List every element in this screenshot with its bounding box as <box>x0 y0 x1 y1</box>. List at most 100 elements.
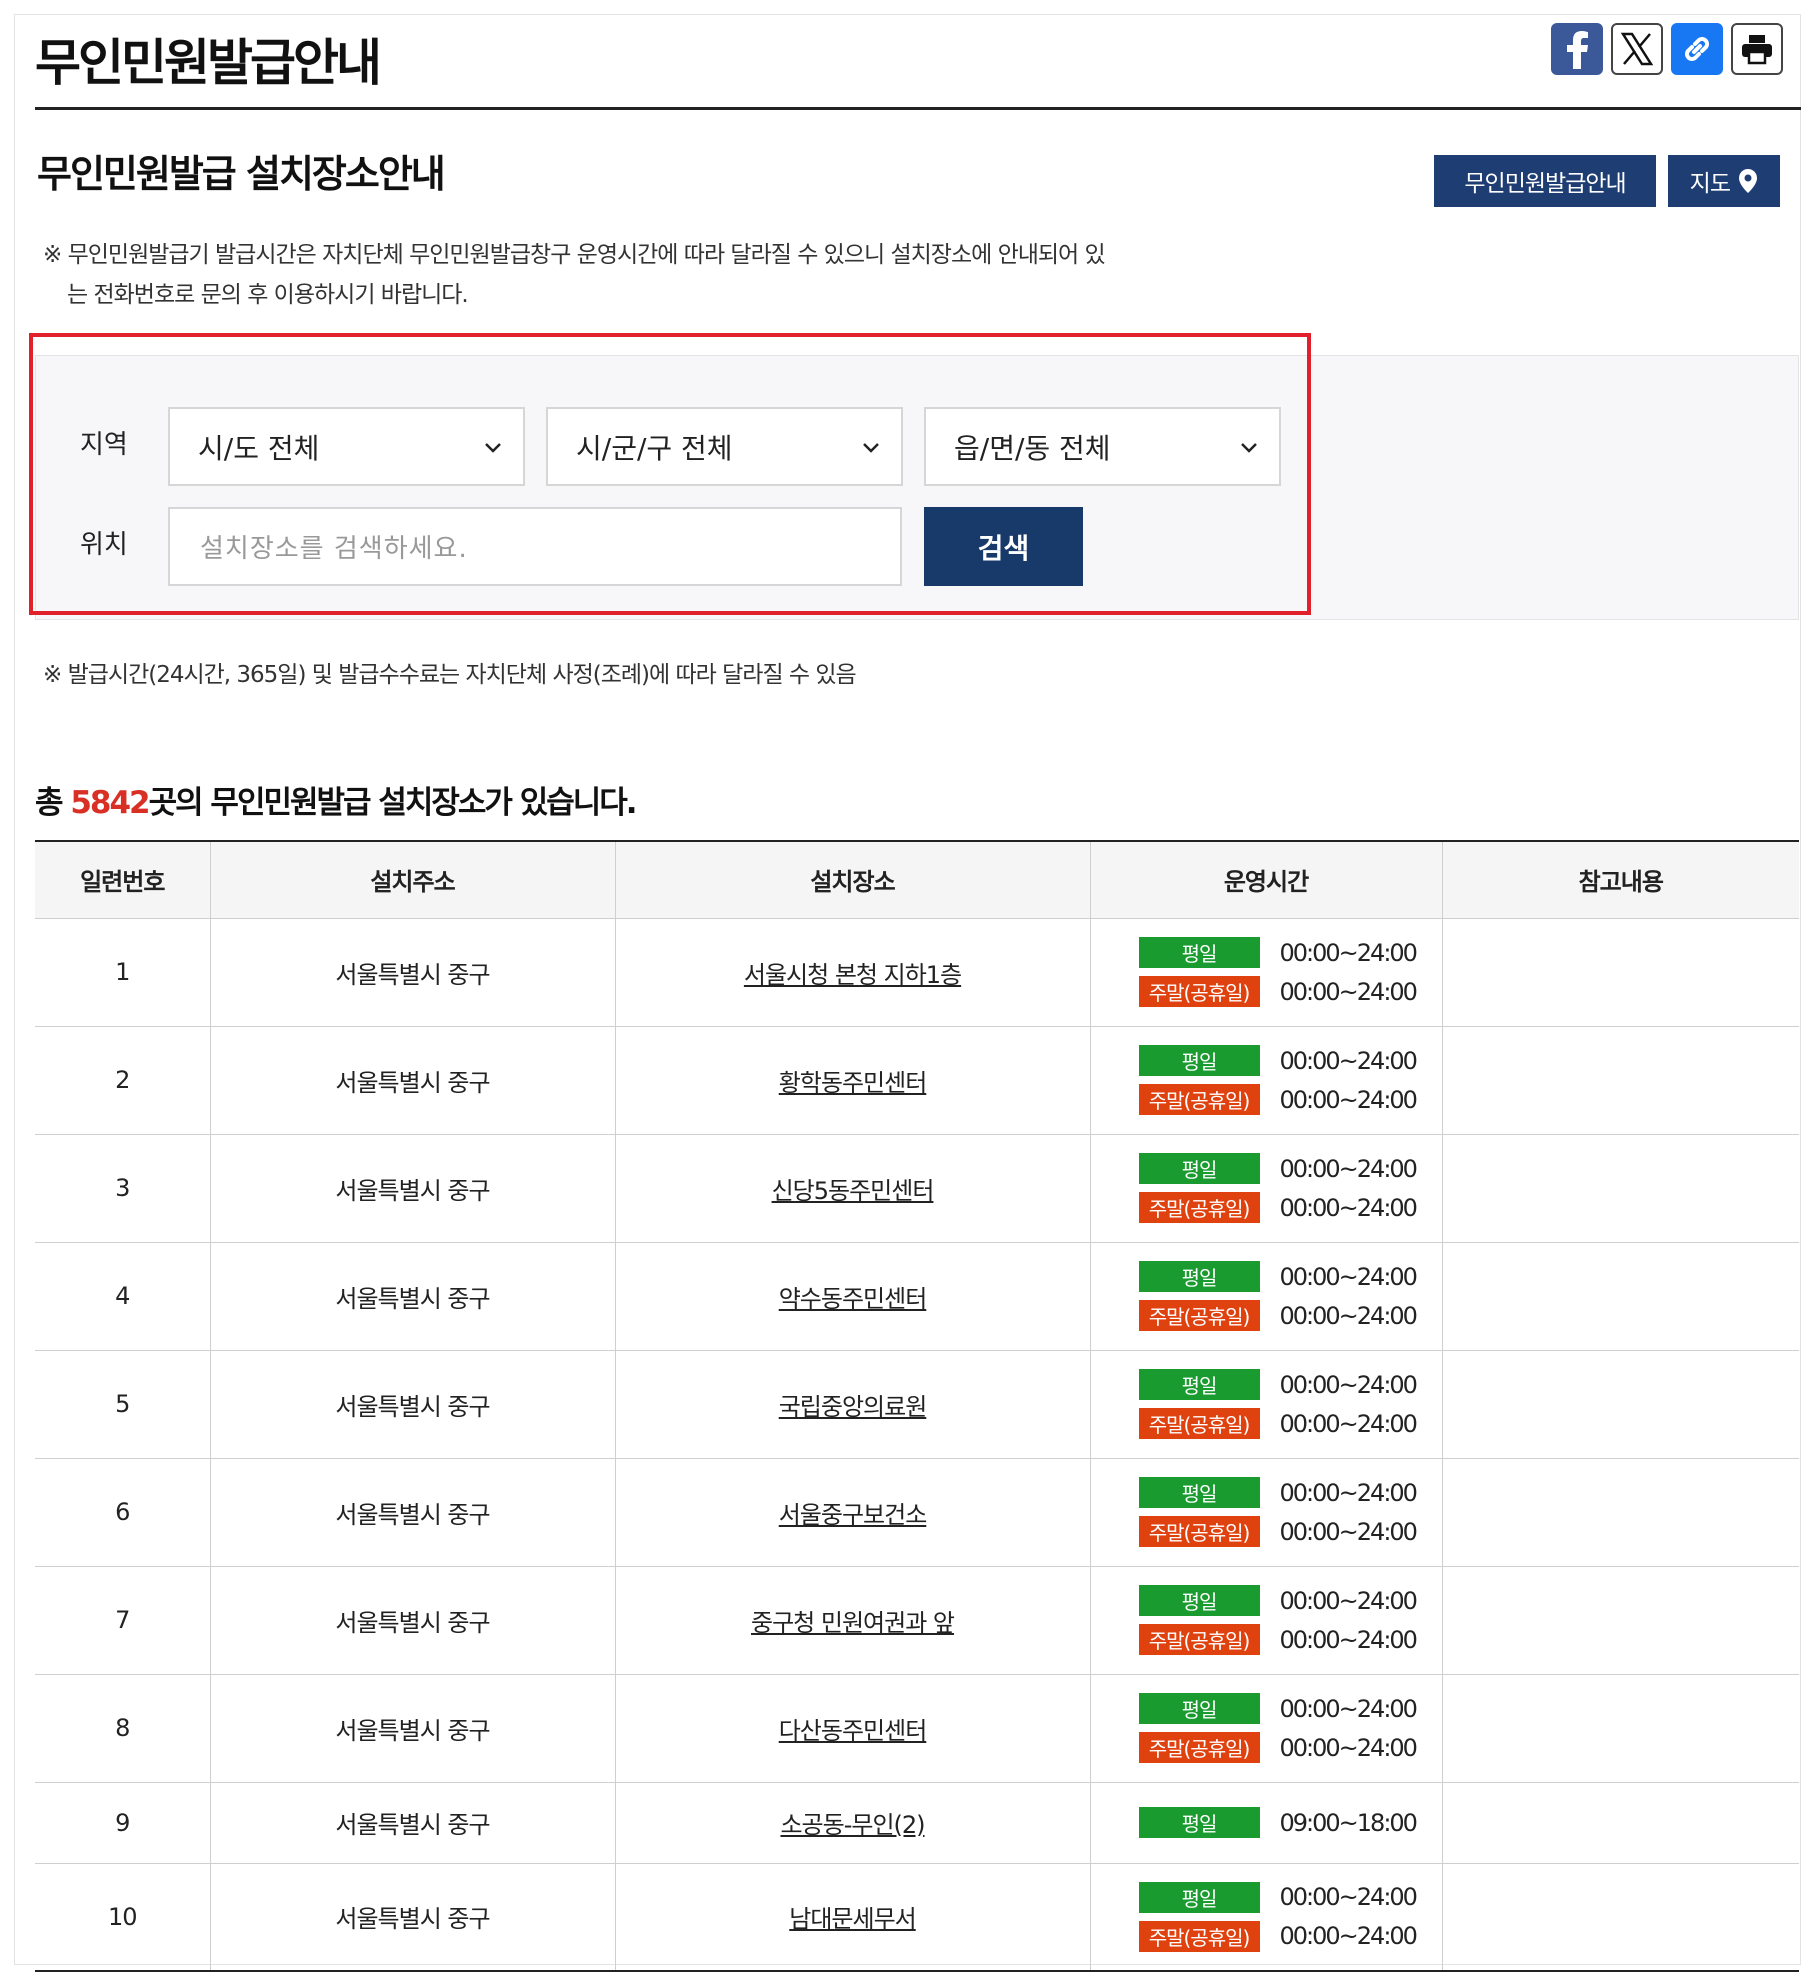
facebook-icon[interactable] <box>1551 23 1603 75</box>
weekend-badge: 주말(공휴일) <box>1138 1192 1260 1223</box>
map-pin-icon <box>1739 169 1757 193</box>
row-number: 8 <box>35 1674 210 1783</box>
row-address: 서울특별시 중구 <box>209 1458 615 1567</box>
table-row: 10 서울특별시 중구 남대문세무서 평일 00:00~24:00 주말(공휴일) 00:0… <box>35 1863 1799 1971</box>
share-toolbar <box>1551 23 1783 75</box>
row-address: 서울특별시 중구 <box>209 1566 615 1675</box>
total-prefix: 총 <box>35 785 71 821</box>
dong-select[interactable]: 읍/면/동 전체 <box>924 407 1281 486</box>
row-place-cell: 황학동주민센터 <box>614 1026 1090 1135</box>
row-number: 5 <box>35 1350 210 1459</box>
chevron-down-icon <box>1241 443 1257 453</box>
row-note <box>1441 1242 1799 1351</box>
sigungu-select[interactable]: 시/군/구 전체 <box>546 407 903 486</box>
table-row: 2 서울특별시 중구 황학동주민센터 평일 00:00~24:00 주말(공휴일) 00:0… <box>35 1026 1799 1135</box>
weekday-time: 00:00~24:00 <box>1279 1154 1418 1183</box>
weekday-hours: 평일 00:00~24:00 <box>1138 1045 1418 1076</box>
row-note <box>1441 1026 1799 1135</box>
weekend-time: 00:00~24:00 <box>1279 977 1418 1006</box>
table-body: 1 서울특별시 중구 서울시청 본청 지하1층 평일 00:00~24:00 주말(공휴일… <box>35 918 1799 1971</box>
sido-select[interactable]: 시/도 전체 <box>168 407 525 486</box>
place-link[interactable]: 황학동주민센터 <box>779 1069 928 1097</box>
link-icon[interactable] <box>1671 23 1723 75</box>
top-buttons: 무인민원발급안내 지도 <box>1434 155 1780 207</box>
row-number: 1 <box>35 918 210 1027</box>
row-hours-cell: 평일 00:00~24:00 주말(공휴일) 00:00~24:00 <box>1089 1566 1442 1675</box>
page-header: 무인민원발급안내 <box>35 15 1801 110</box>
place-link[interactable]: 서울시청 본청 지하1층 <box>744 961 962 989</box>
weekday-time: 00:00~24:00 <box>1279 1370 1418 1399</box>
row-note <box>1441 1782 1799 1864</box>
print-icon[interactable] <box>1731 23 1783 75</box>
map-button[interactable]: 지도 <box>1667 155 1780 207</box>
row-address: 서울특별시 중구 <box>209 1242 615 1351</box>
row-hours-cell: 평일 09:00~18:00 <box>1089 1782 1442 1864</box>
weekend-badge: 주말(공휴일) <box>1138 1624 1260 1655</box>
hours-cell-content: 평일 00:00~24:00 주말(공휴일) 00:00~24:00 <box>1091 1881 1442 1952</box>
sigungu-select-value: 시/군/구 전체 <box>576 431 733 465</box>
row-place-cell: 다산동주민센터 <box>614 1674 1090 1783</box>
weekday-hours: 평일 00:00~24:00 <box>1138 1477 1418 1508</box>
col-header-address: 설치주소 <box>209 841 615 919</box>
page-title: 무인민원발급안내 <box>35 34 382 92</box>
weekend-badge: 주말(공휴일) <box>1138 976 1260 1007</box>
weekday-hours: 평일 00:00~24:00 <box>1138 1585 1418 1616</box>
hours-cell-content: 평일 00:00~24:00 주말(공휴일) 00:00~24:00 <box>1091 1693 1442 1763</box>
section-title: 무인민원발급 설치장소안내 <box>37 152 446 196</box>
weekend-hours: 주말(공휴일) 00:00~24:00 <box>1138 1192 1418 1223</box>
row-place-cell: 소공동-무인(2) <box>614 1782 1090 1864</box>
hours-cell-content: 평일 00:00~24:00 주말(공휴일) 00:00~24:00 <box>1091 1045 1442 1115</box>
col-header-hours: 운영시간 <box>1089 841 1442 919</box>
weekend-time: 00:00~24:00 <box>1279 1517 1418 1546</box>
weekend-hours: 주말(공휴일) 00:00~24:00 <box>1138 1300 1418 1331</box>
weekday-hours: 평일 09:00~18:00 <box>1138 1807 1418 1838</box>
hours-cell-content: 평일 00:00~24:00 주말(공휴일) 00:00~24:00 <box>1091 1153 1442 1223</box>
row-place-cell: 국립중앙의료원 <box>614 1350 1090 1459</box>
weekend-hours: 주말(공휴일) 00:00~24:00 <box>1138 976 1418 1007</box>
weekend-hours: 주말(공휴일) 00:00~24:00 <box>1138 1732 1418 1763</box>
page: 무인민원발급안내 무인민원발급 설치장소안내 무인민원발급안내 지도 ※ 무인민… <box>14 14 1801 1972</box>
place-link[interactable]: 다산동주민센터 <box>779 1717 928 1745</box>
row-place-cell: 신당5동주민센터 <box>614 1134 1090 1243</box>
place-link[interactable]: 서울중구보건소 <box>779 1501 928 1529</box>
place-link[interactable]: 신당5동주민센터 <box>772 1177 935 1205</box>
row-hours-cell: 평일 00:00~24:00 주말(공휴일) 00:00~24:00 <box>1089 1674 1442 1783</box>
search-button[interactable]: 검색 <box>924 507 1083 586</box>
weekday-hours: 평일 00:00~24:00 <box>1138 1881 1418 1913</box>
place-link[interactable]: 중구청 민원여권과 앞 <box>751 1609 955 1637</box>
row-place-cell: 약수동주민센터 <box>614 1242 1090 1351</box>
row-hours-cell: 평일 00:00~24:00 주말(공휴일) 00:00~24:00 <box>1089 1134 1442 1243</box>
weekend-badge: 주말(공휴일) <box>1138 1084 1260 1115</box>
x-icon[interactable] <box>1611 23 1663 75</box>
notice-line-1: ※ 무인민원발급기 발급시간은 자치단체 무인민원발급창구 운영시간에 따라 달… <box>43 242 1106 268</box>
place-link[interactable]: 남대문세무서 <box>789 1905 916 1933</box>
hours-cell-content: 평일 00:00~24:00 주말(공휴일) 00:00~24:00 <box>1091 1585 1442 1655</box>
place-link[interactable]: 약수동주민센터 <box>779 1285 928 1313</box>
weekday-time: 09:00~18:00 <box>1279 1808 1418 1837</box>
place-link[interactable]: 국립중앙의료원 <box>779 1393 928 1421</box>
row-address: 서울특별시 중구 <box>209 1134 615 1243</box>
guide-button[interactable]: 무인민원발급안내 <box>1434 155 1656 207</box>
weekend-time: 00:00~24:00 <box>1279 1733 1418 1762</box>
weekday-time: 00:00~24:00 <box>1279 1478 1418 1507</box>
weekday-badge: 평일 <box>1138 1585 1260 1616</box>
row-number: 9 <box>35 1782 210 1864</box>
weekday-hours: 평일 00:00~24:00 <box>1138 1153 1418 1184</box>
row-note <box>1441 1566 1799 1675</box>
table-row: 8 서울특별시 중구 다산동주민센터 평일 00:00~24:00 주말(공휴일) 00:0… <box>35 1674 1799 1783</box>
table-row: 1 서울특별시 중구 서울시청 본청 지하1층 평일 00:00~24:00 주말(공휴일… <box>35 918 1799 1027</box>
row-hours-cell: 평일 00:00~24:00 주말(공휴일) 00:00~24:00 <box>1089 918 1442 1027</box>
sido-select-value: 시/도 전체 <box>198 431 320 465</box>
weekday-hours: 평일 00:00~24:00 <box>1138 1693 1418 1724</box>
map-button-label: 지도 <box>1689 171 1731 197</box>
weekend-badge: 주말(공휴일) <box>1138 1920 1260 1952</box>
row-number: 2 <box>35 1026 210 1135</box>
search-input[interactable]: 설치장소를 검색하세요. <box>168 507 902 586</box>
row-hours-cell: 평일 00:00~24:00 주말(공휴일) 00:00~24:00 <box>1089 1026 1442 1135</box>
total-suffix: 곳의 무인민원발급 설치장소가 있습니다. <box>148 785 638 821</box>
row-number: 10 <box>107 1902 138 1931</box>
location-label: 위치 <box>80 530 128 560</box>
place-link[interactable]: 소공동-무인(2) <box>780 1811 925 1839</box>
row-hours-cell: 평일 00:00~24:00 주말(공휴일) 00:00~24:00 <box>1089 1350 1442 1459</box>
weekday-badge: 평일 <box>1138 1807 1260 1838</box>
